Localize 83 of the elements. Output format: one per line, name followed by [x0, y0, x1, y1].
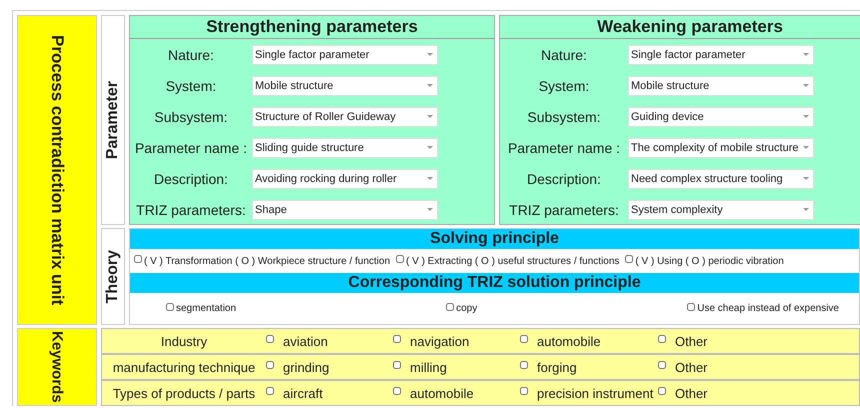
caret-icon — [803, 146, 809, 149]
panel-title: Strengthening parameters — [130, 16, 494, 39]
section-label: Parameter — [104, 80, 122, 160]
section-header: Solving principle — [130, 229, 859, 249]
field-label: System: — [164, 78, 218, 94]
field-label: Nature: — [167, 46, 215, 62]
checkbox-label: forging — [537, 360, 577, 374]
checkbox[interactable] — [396, 255, 404, 263]
field-label: TRIZ parameters: — [135, 202, 247, 218]
checkbox-label: segmentation — [176, 303, 236, 314]
section-label: Theory — [104, 250, 122, 304]
checkbox-label: Other — [675, 386, 708, 400]
field-label: System: — [538, 78, 590, 94]
checkbox-label: Use cheap instead of expensive — [697, 303, 839, 314]
checkbox-label: Other — [675, 334, 708, 348]
checkbox[interactable] — [393, 361, 401, 369]
keyword-category: Industry — [160, 334, 208, 348]
caret-icon — [803, 115, 809, 118]
caret-icon — [427, 53, 433, 56]
checkbox-label: milling — [410, 360, 447, 374]
field-label: Description: — [153, 170, 229, 186]
checkbox-label: grinding — [283, 360, 330, 374]
field-label: Nature: — [540, 46, 588, 62]
field-label: Subsystem: — [526, 108, 602, 124]
checkbox[interactable] — [134, 255, 142, 263]
checkbox-label: ( V ) Extracting ( O ) useful structures / functions — [406, 256, 620, 266]
keyword-category: manufacturing technique — [112, 360, 256, 374]
dropdown[interactable]: The complexity of mobile structure — [628, 138, 814, 158]
dropdown[interactable]: Need complex structure tooling — [628, 168, 814, 188]
caret-icon — [427, 115, 433, 118]
checkbox-label: aircraft — [283, 386, 323, 400]
field-label: Parameter name : — [506, 140, 622, 156]
checkbox[interactable] — [687, 302, 696, 310]
checkbox[interactable] — [658, 361, 666, 369]
caret-icon — [427, 146, 433, 149]
checkbox[interactable] — [520, 361, 528, 369]
caret-icon — [803, 177, 809, 180]
checkbox[interactable] — [520, 387, 528, 395]
dropdown[interactable]: Guiding device — [628, 106, 814, 126]
dropdown[interactable]: Single factor parameter — [628, 44, 814, 64]
dropdown[interactable]: Single factor parameter — [252, 44, 438, 64]
dropdown[interactable]: Mobile structure — [252, 76, 438, 96]
keywords-label: Keywords — [48, 331, 66, 403]
checkbox-label: ( V ) Using ( O ) periodic vibration — [635, 256, 784, 266]
checkbox-label: ( V ) Transformation ( O ) Workpiece structure / function — [144, 256, 390, 266]
checkbox[interactable] — [393, 387, 401, 395]
checkbox[interactable] — [658, 335, 666, 343]
caret-icon — [427, 177, 433, 180]
checkbox-label: precision instrument — [537, 386, 654, 400]
keyword-category: Types of products / parts — [112, 386, 256, 400]
field-label: Description: — [526, 170, 602, 186]
checkbox[interactable] — [625, 255, 634, 263]
checkbox[interactable] — [520, 335, 528, 343]
dropdown[interactable]: Mobile structure — [628, 76, 814, 96]
checkbox-label: navigation — [410, 334, 470, 348]
dropdown[interactable]: System complexity — [628, 200, 814, 220]
checkbox[interactable] — [393, 335, 401, 343]
checkbox-label: copy — [456, 303, 478, 314]
caret-icon — [427, 208, 433, 211]
caret-icon — [427, 84, 433, 87]
dropdown[interactable]: Avoiding rocking during roller — [252, 168, 438, 188]
unit-title: Process contradiction matrix unit — [47, 34, 67, 306]
checkbox[interactable] — [166, 302, 174, 310]
checkbox[interactable] — [266, 387, 274, 395]
caret-icon — [803, 208, 809, 211]
checkbox-label: automobile — [537, 334, 601, 348]
checkbox-label: automobile — [410, 386, 474, 400]
dropdown[interactable]: Shape — [252, 200, 438, 220]
caret-icon — [803, 53, 809, 56]
dropdown[interactable]: Sliding guide structure — [252, 138, 438, 158]
field-label: Parameter name : — [134, 140, 248, 156]
checkbox[interactable] — [658, 387, 666, 395]
section-header: Corresponding TRIZ solution principle — [130, 273, 859, 293]
checkbox[interactable] — [266, 361, 274, 369]
checkbox-label: Other — [675, 360, 708, 374]
checkbox[interactable] — [446, 302, 454, 310]
checkbox[interactable] — [266, 335, 274, 343]
panel-title: Weakening parameters — [500, 16, 860, 39]
checkbox-label: aviation — [283, 334, 328, 348]
dropdown[interactable]: Structure of Roller Guideway — [252, 106, 438, 126]
field-label: TRIZ parameters: — [508, 202, 620, 218]
field-label: Subsystem: — [153, 108, 229, 124]
caret-icon — [803, 84, 809, 87]
